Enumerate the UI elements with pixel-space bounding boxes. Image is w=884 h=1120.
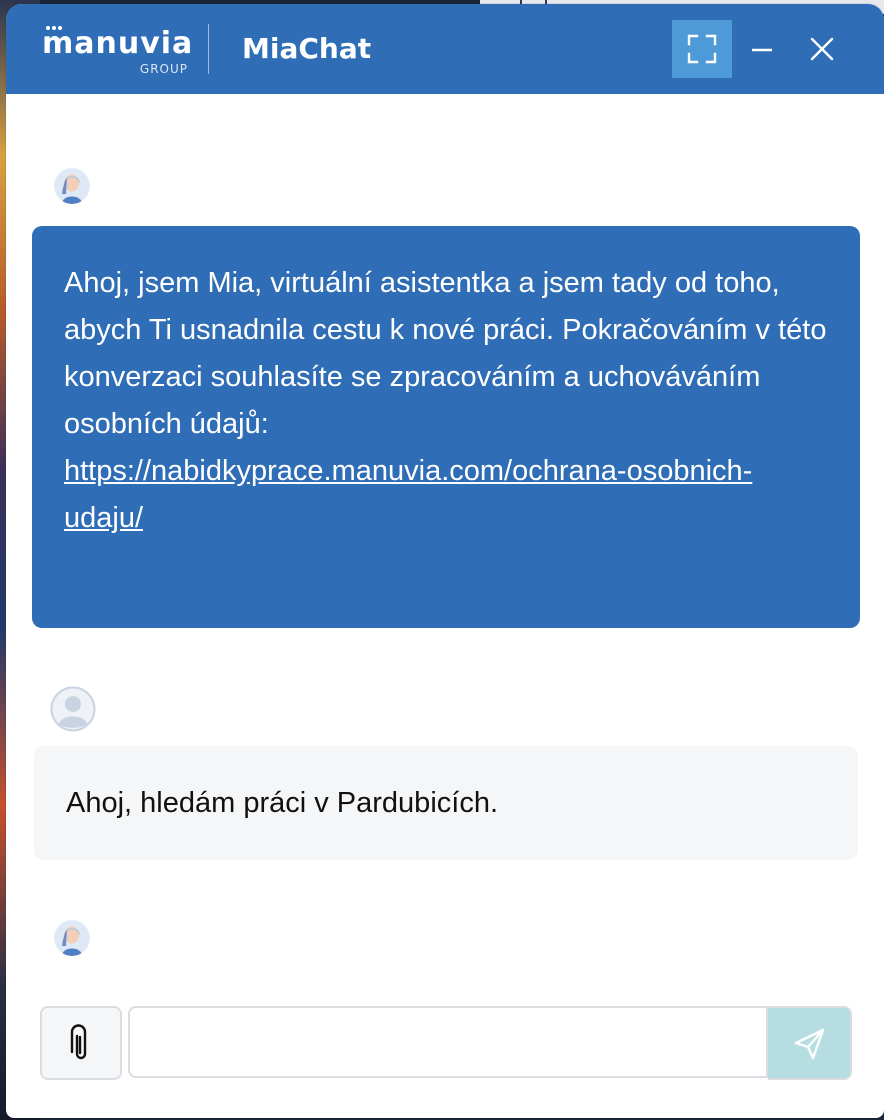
user-message-text: Ahoj, hledám práci v Pardubicích. bbox=[66, 787, 498, 819]
message-input[interactable] bbox=[128, 1006, 768, 1078]
mia-avatar bbox=[54, 168, 90, 204]
mia-avatar bbox=[54, 920, 90, 956]
expand-icon bbox=[687, 34, 717, 64]
bot-message-bubble: Ahoj, jsem Mia, virtuální asistentka a j… bbox=[32, 226, 860, 628]
logo-subtext: GROUP bbox=[139, 62, 188, 76]
close-icon bbox=[810, 37, 834, 61]
mia-avatar-icon bbox=[54, 168, 90, 204]
expand-button[interactable] bbox=[672, 20, 732, 78]
chat-header: manuvia GROUP MiaChat bbox=[6, 4, 884, 94]
manuvia-logo: manuvia GROUP bbox=[42, 26, 192, 76]
chat-title: MiaChat bbox=[242, 32, 372, 65]
privacy-policy-link[interactable]: https://nabidkyprace.manuvia.com/ochrana… bbox=[64, 455, 752, 534]
message-list[interactable]: Ahoj, jsem Mia, virtuální asistentka a j… bbox=[6, 94, 884, 994]
mia-avatar-icon bbox=[54, 920, 90, 956]
attach-button[interactable] bbox=[40, 1006, 122, 1080]
header-divider bbox=[208, 24, 209, 74]
minimize-button[interactable] bbox=[734, 20, 790, 78]
user-avatar bbox=[50, 686, 96, 732]
message-composer bbox=[6, 1004, 884, 1084]
logo-text: manuvia bbox=[42, 26, 194, 61]
chat-window: manuvia GROUP MiaChat Ahoj, jsem Mia, vi… bbox=[6, 4, 884, 1118]
paperclip-icon bbox=[70, 1024, 87, 1060]
send-icon bbox=[794, 1028, 825, 1060]
send-button[interactable] bbox=[768, 1006, 852, 1080]
minimize-icon bbox=[752, 48, 772, 52]
user-message-bubble: Ahoj, hledám práci v Pardubicích. bbox=[34, 746, 858, 860]
user-avatar-icon bbox=[50, 686, 96, 732]
bot-message-text: Ahoj, jsem Mia, virtuální asistentka a j… bbox=[64, 267, 827, 440]
close-button[interactable] bbox=[794, 20, 850, 78]
